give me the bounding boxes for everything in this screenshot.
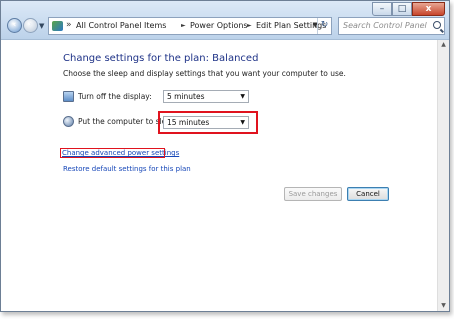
restore-defaults-link[interactable]: Restore default settings for this plan [63,165,191,174]
address-bar[interactable]: » All Control Panel Items ► Power Option… [48,17,332,35]
save-changes-button[interactable]: Save changes [284,187,342,201]
display-off-value: 5 minutes [167,92,205,101]
chevron-down-icon: ▼ [240,93,245,100]
scroll-down-icon[interactable]: ▼ [438,301,449,311]
breadcrumb-chevron-icon[interactable]: ► [247,22,252,29]
breadcrumb-chevron-icon[interactable]: ► [181,22,186,29]
breadcrumb-item-all-control-panel-items[interactable]: All Control Panel Items [76,21,166,31]
forward-arrow-icon[interactable]: › [23,18,38,33]
minimize-button[interactable]: – [372,2,392,16]
monitor-icon [63,91,74,102]
sleep-highlight-box [158,111,258,134]
main-content: Change settings for the plan: Balanced C… [1,40,438,311]
breadcrumb-overflow[interactable]: » [66,20,72,30]
title-bar: – □ x ‹ › ▼ » All Control Panel Items ► … [1,1,449,40]
control-panel-window: – □ x ‹ › ▼ » All Control Panel Items ► … [0,0,450,312]
maximize-button[interactable]: □ [392,2,412,16]
search-icon[interactable] [433,21,441,29]
close-button[interactable]: x [412,2,445,16]
moon-icon [63,116,74,127]
display-off-select[interactable]: 5 minutes ▼ [163,90,249,103]
advanced-link-highlight-box [60,148,165,158]
vertical-scrollbar[interactable]: ▲ ▼ [437,40,449,311]
back-arrow-icon[interactable]: ‹ [7,18,22,33]
breadcrumb-item-power-options[interactable]: Power Options [190,21,248,31]
refresh-icon[interactable]: ↻ [317,18,331,34]
control-panel-icon [52,21,63,31]
recent-pages-dropdown-icon[interactable]: ▼ [39,22,44,30]
search-input[interactable]: Search Control Panel [338,17,445,35]
scroll-up-icon[interactable]: ▲ [438,40,449,50]
page-title: Change settings for the plan: Balanced [63,53,259,64]
page-subtitle: Choose the sleep and display settings th… [63,69,346,78]
search-placeholder: Search Control Panel [343,21,427,30]
cancel-button[interactable]: Cancel [347,187,389,201]
display-off-label: Turn off the display: [78,92,152,101]
